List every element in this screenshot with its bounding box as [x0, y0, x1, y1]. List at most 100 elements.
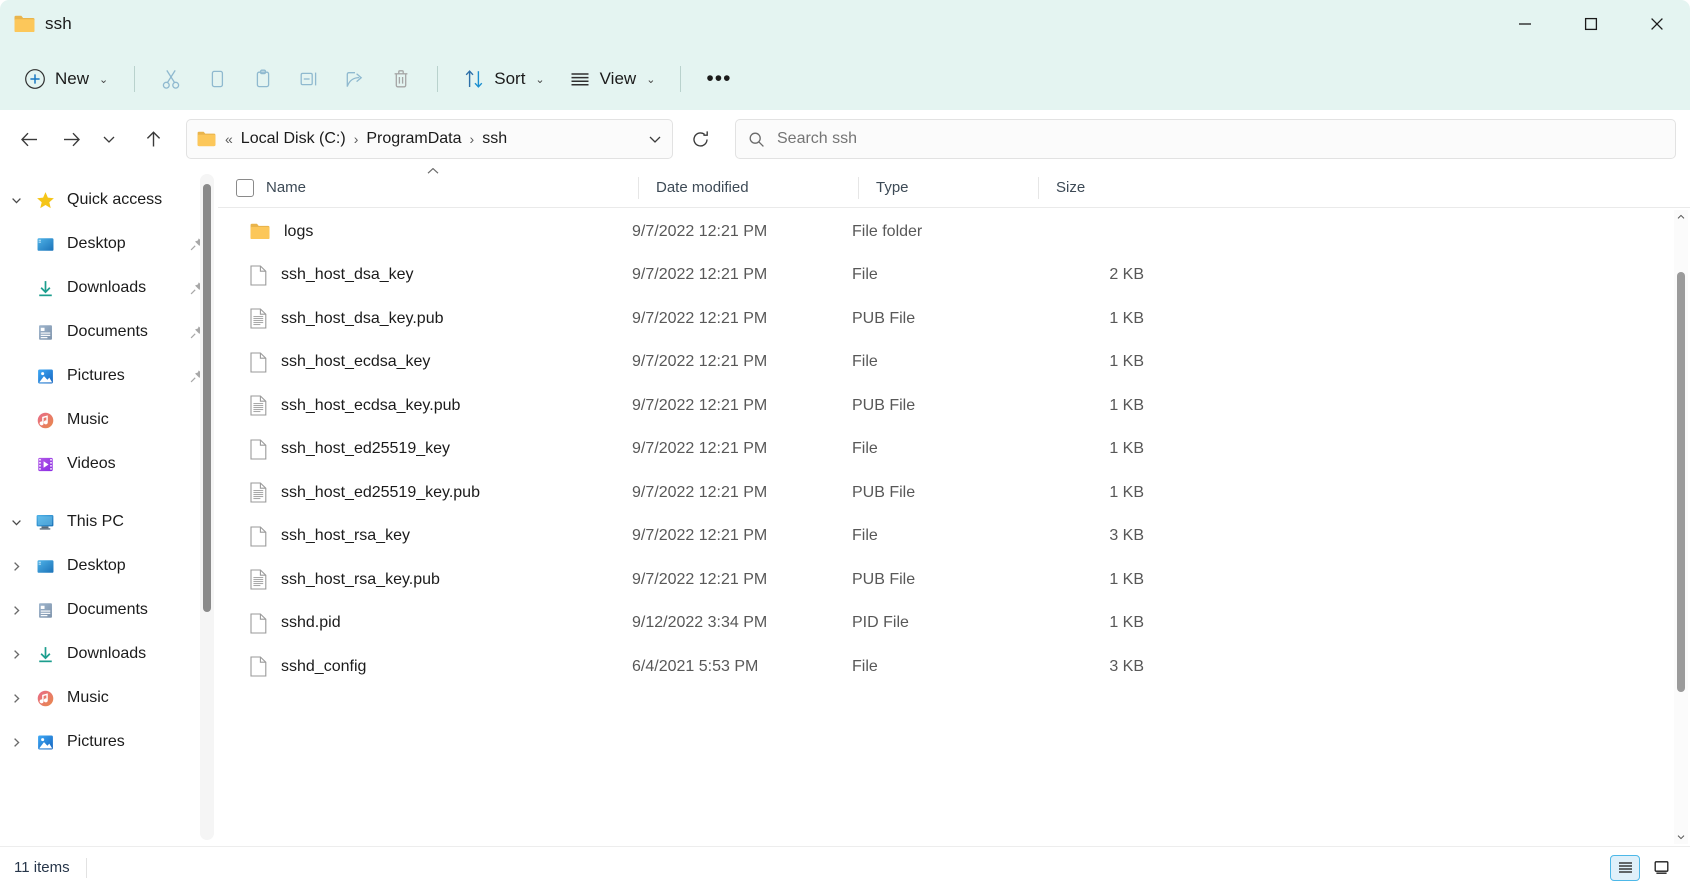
toolbar-separator — [134, 66, 136, 92]
chevron-right-icon[interactable] — [2, 692, 30, 705]
scroll-down-arrow-icon[interactable] — [1674, 830, 1688, 844]
share-icon[interactable] — [333, 59, 377, 99]
sidebar-item-this-pc-documents[interactable]: Documents — [2, 588, 212, 632]
address-dropdown-button[interactable] — [638, 120, 672, 158]
sidebar-group-quick-access[interactable]: Quick access — [2, 178, 212, 222]
sidebar-item-label: Desktop — [67, 235, 126, 252]
file-list-scrollbar-thumb[interactable] — [1677, 272, 1685, 692]
table-row[interactable]: sshd_config 6/4/2021 5:53 PM File 3 KB — [222, 645, 1684, 689]
file-name-cell[interactable]: ssh_host_ed25519_key — [222, 439, 632, 460]
table-row[interactable]: sshd.pid 9/12/2022 3:34 PM PID File 1 KB — [222, 602, 1684, 646]
more-options-button[interactable]: ••• — [695, 59, 742, 99]
forward-button[interactable] — [50, 118, 92, 160]
file-size-cell: 1 KB — [1109, 483, 1144, 501]
table-row[interactable]: ssh_host_ed25519_key.pub 9/7/2022 12:21 P… — [222, 471, 1684, 515]
back-button[interactable] — [8, 118, 50, 160]
sidebar-item-this-pc-pictures[interactable]: Pictures — [2, 720, 212, 764]
minimize-button[interactable] — [1492, 0, 1558, 48]
file-name-cell[interactable]: ssh_host_dsa_key — [222, 265, 632, 286]
address-bar[interactable]: « Local Disk (C:) › ProgramData › ssh — [186, 119, 673, 159]
column-header-type[interactable]: Type — [858, 168, 1038, 208]
toolbar-separator-2 — [437, 66, 439, 92]
breadcrumb: « Local Disk (C:) › ProgramData › ssh — [224, 126, 638, 152]
file-name-cell[interactable]: ssh_host_ed25519_key.pub — [222, 482, 632, 503]
column-header-name[interactable]: Name — [218, 168, 638, 208]
sort-button-label: Sort — [494, 69, 526, 88]
table-row[interactable]: ssh_host_dsa_key.pub 9/7/2022 12:21 PM PUB… — [222, 297, 1684, 341]
table-row[interactable]: ssh_host_ecdsa_key 9/7/2022 12:21 PM File 1… — [222, 341, 1684, 385]
file-size-cell: 1 KB — [1109, 570, 1144, 588]
file-name-cell[interactable]: ssh_host_ecdsa_key — [222, 352, 632, 373]
file-name-cell[interactable]: ssh_host_rsa_key.pub — [222, 569, 632, 590]
sidebar-item-this-pc-downloads[interactable]: Downloads — [2, 632, 212, 676]
sidebar-scrollbar-thumb[interactable] — [203, 184, 211, 612]
chevron-down-icon[interactable] — [2, 194, 30, 207]
up-button[interactable] — [132, 118, 174, 160]
table-row[interactable]: logs 9/7/2022 12:21 PM File folder — [222, 210, 1684, 254]
new-button[interactable]: New ⌄ — [14, 59, 120, 99]
view-button[interactable]: View ⌄ — [558, 59, 667, 99]
sidebar-item-desktop[interactable]: Desktop — [2, 222, 212, 266]
breadcrumb-item-ssh[interactable]: ssh — [475, 126, 514, 152]
file-size-cell: 1 KB — [1109, 396, 1144, 414]
videos-icon — [30, 455, 60, 474]
search-icon — [748, 131, 765, 148]
table-row[interactable]: ssh_host_ed25519_key 9/7/2022 12:21 PM Fil… — [222, 428, 1684, 472]
select-all-checkbox[interactable] — [236, 178, 254, 197]
file-name-cell[interactable]: logs — [222, 223, 632, 241]
large-icons-view-button[interactable] — [1646, 855, 1676, 881]
table-row[interactable]: ssh_host_rsa_key.pub 9/7/2022 12:21 PM PUB… — [222, 558, 1684, 602]
chevron-right-icon[interactable] — [2, 648, 30, 661]
sidebar-scrollbar[interactable] — [200, 174, 214, 840]
refresh-button[interactable] — [679, 119, 721, 159]
close-button[interactable] — [1624, 0, 1690, 48]
title-bar-left: ssh — [0, 14, 72, 34]
breadcrumb-item-programdata[interactable]: ProgramData — [359, 126, 468, 152]
sort-button[interactable]: Sort ⌄ — [452, 59, 555, 99]
sidebar-item-downloads[interactable]: Downloads — [2, 266, 212, 310]
file-list-pane: Name Date modified Type Size logs 9/7/202… — [218, 168, 1690, 846]
sidebar-item-music[interactable]: Music — [2, 398, 212, 442]
file-icon — [250, 439, 267, 460]
sidebar-item-pictures[interactable]: Pictures — [2, 354, 212, 398]
sidebar-group-label: This PC — [67, 513, 124, 530]
scroll-up-arrow-icon[interactable] — [1674, 210, 1688, 224]
table-row[interactable]: ssh_host_ecdsa_key.pub 9/7/2022 12:21 PM P… — [222, 384, 1684, 428]
recent-locations-button[interactable] — [92, 118, 126, 160]
sidebar-item-this-pc-music[interactable]: Music — [2, 676, 212, 720]
file-name-cell[interactable]: sshd_config — [222, 656, 632, 677]
file-name-cell[interactable]: ssh_host_dsa_key.pub — [222, 308, 632, 329]
column-header-size[interactable]: Size — [1038, 168, 1168, 208]
sidebar-item-documents[interactable]: Documents — [2, 310, 212, 354]
search-box[interactable] — [735, 119, 1676, 159]
search-input[interactable] — [777, 130, 1663, 148]
rename-icon[interactable] — [287, 59, 331, 99]
file-name-cell[interactable]: ssh_host_rsa_key — [222, 526, 632, 547]
file-list-scrollbar[interactable] — [1674, 210, 1688, 844]
file-name-cell[interactable]: sshd.pid — [222, 613, 632, 634]
sidebar-item-videos[interactable]: Videos — [2, 442, 212, 486]
file-icon — [250, 656, 267, 677]
column-header-date-modified[interactable]: Date modified — [638, 168, 858, 208]
chevron-down-icon[interactable] — [2, 516, 30, 529]
breadcrumb-overflow-icon[interactable]: « — [224, 131, 234, 147]
cut-icon[interactable] — [149, 59, 193, 99]
copy-icon[interactable] — [195, 59, 239, 99]
text-file-icon — [250, 395, 267, 416]
sidebar-group-this-pc[interactable]: This PC — [2, 500, 212, 544]
table-row[interactable]: ssh_host_rsa_key 9/7/2022 12:21 PM File 3 K… — [222, 515, 1684, 559]
paste-icon[interactable] — [241, 59, 285, 99]
sidebar-item-label: Documents — [67, 323, 148, 340]
chevron-right-icon[interactable] — [2, 604, 30, 617]
file-name-label: ssh_host_dsa_key.pub — [281, 309, 444, 327]
delete-icon[interactable] — [379, 59, 423, 99]
file-name-cell[interactable]: ssh_host_ecdsa_key.pub — [222, 395, 632, 416]
chevron-right-icon[interactable] — [2, 736, 30, 749]
desktop-icon — [30, 557, 60, 576]
breadcrumb-item-local-disk[interactable]: Local Disk (C:) — [234, 126, 353, 152]
maximize-button[interactable] — [1558, 0, 1624, 48]
details-view-button[interactable] — [1610, 854, 1640, 881]
chevron-right-icon[interactable] — [2, 560, 30, 573]
sidebar-item-this-pc-desktop[interactable]: Desktop — [2, 544, 212, 588]
table-row[interactable]: ssh_host_dsa_key 9/7/2022 12:21 PM File 2 K… — [222, 254, 1684, 298]
